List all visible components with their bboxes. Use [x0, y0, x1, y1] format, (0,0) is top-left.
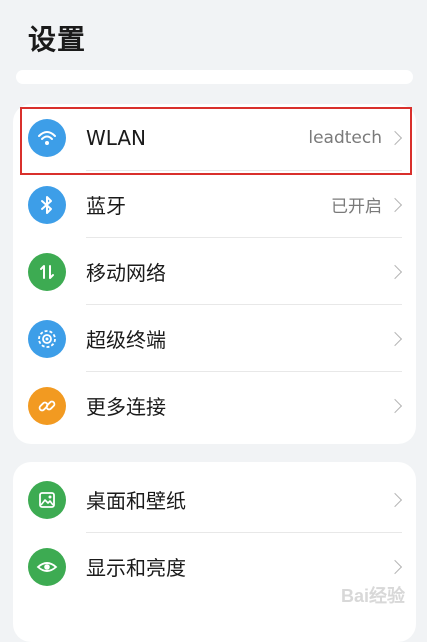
bluetooth-status: 已开启	[331, 197, 382, 217]
settings-item-more-connections[interactable]: 更多连接	[13, 372, 416, 439]
chevron-right-icon	[387, 492, 403, 507]
chevron-right-icon	[387, 559, 403, 574]
settings-item-label: 显示和亮度	[86, 556, 186, 580]
super-device-icon	[28, 319, 66, 358]
chevron-right-icon	[387, 331, 403, 346]
mobile-data-icon	[28, 252, 66, 291]
wallpaper-icon	[28, 480, 66, 519]
settings-item-mobile-network[interactable]: 移动网络	[13, 238, 416, 305]
settings-item-super-device[interactable]: 超级终端	[13, 305, 416, 372]
watermark: Bai经验	[340, 586, 405, 606]
search-bar[interactable]	[16, 70, 413, 84]
settings-item-label: 蓝牙	[86, 194, 126, 218]
eye-icon	[28, 547, 66, 586]
chevron-right-icon	[387, 398, 403, 413]
chevron-right-icon	[387, 264, 403, 279]
display-card: 桌面和壁纸 显示和亮度	[13, 462, 416, 642]
highlight-box	[20, 107, 412, 175]
link-icon	[28, 386, 66, 425]
settings-item-label: 更多连接	[86, 395, 166, 419]
settings-item-bluetooth[interactable]: 蓝牙 已开启	[13, 171, 416, 238]
settings-item-label: 桌面和壁纸	[86, 489, 186, 513]
bluetooth-icon	[28, 185, 66, 224]
page-title: 设置	[28, 23, 87, 56]
settings-item-wallpaper[interactable]: 桌面和壁纸	[13, 466, 416, 533]
chevron-right-icon	[387, 197, 403, 212]
settings-item-label: 超级终端	[86, 328, 166, 352]
settings-item-label: 移动网络	[86, 261, 166, 285]
